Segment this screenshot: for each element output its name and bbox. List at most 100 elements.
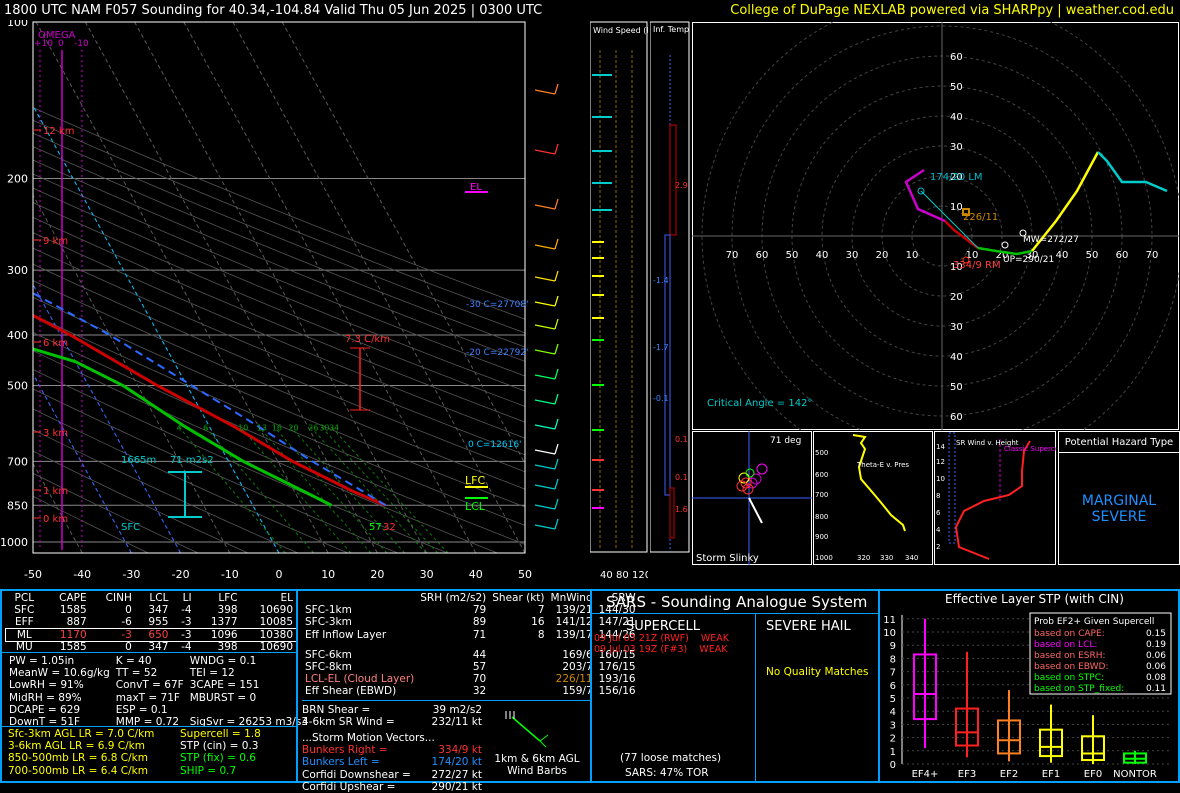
- omega-tick-zero: 0: [58, 39, 64, 49]
- stp-y-label: 3: [890, 720, 896, 731]
- prob-label: based on CAPE:: [1034, 629, 1105, 639]
- stp-category-label: EF1: [1042, 769, 1060, 780]
- slinky-angle: 71 deg: [770, 436, 801, 446]
- theta-x-340: 340: [905, 554, 918, 562]
- mixing-ratio-line: [259, 427, 371, 553]
- index-value: [187, 704, 311, 716]
- table-cell: ML: [6, 629, 43, 641]
- table-cell: 193/16: [596, 673, 639, 685]
- divider: [2, 726, 296, 727]
- index-value: DCAPE = 629: [6, 704, 113, 716]
- parcel-row-sfc[interactable]: SFC15850347-439810690: [6, 604, 296, 616]
- parcel-header: LCL: [135, 592, 172, 604]
- hodo-ring-label: 70: [726, 250, 739, 261]
- table-cell: -4: [171, 604, 194, 616]
- table-cell: 139/17: [548, 629, 596, 641]
- wind-barb: [535, 205, 555, 209]
- dry-adiabat: [0, 22, 600, 553]
- mixing-ratio-label: 26: [308, 424, 318, 433]
- pressure-tick-label: 500: [7, 379, 28, 392]
- pressure-tick-label: 200: [7, 173, 28, 186]
- hodo-ring-label: 20: [876, 250, 889, 261]
- height-label: 3 km: [43, 428, 68, 439]
- table-cell: 10690: [241, 604, 296, 616]
- prob-value: 0.15: [1146, 629, 1166, 639]
- composite-value: STP (fix) = 0.6: [180, 752, 261, 764]
- omega-tick-pos: +10: [34, 39, 53, 49]
- stp-y-label: 4: [890, 707, 896, 718]
- motion-value: 272/27 kt: [432, 769, 482, 781]
- wind-barb: [535, 150, 555, 154]
- prob-value: 0.11: [1146, 684, 1166, 694]
- dry-adiabat: [0, 22, 497, 553]
- hodo-ring-label: 60: [950, 412, 963, 423]
- index-value: MBURST = 0: [187, 692, 311, 704]
- hodo-ring-label: 20: [950, 292, 963, 303]
- skewt-chart: 1002003004005007008501000461013162026303…: [0, 20, 600, 592]
- table-cell: 159/7: [548, 685, 596, 697]
- dry-adiabat: [0, 22, 148, 553]
- wind-barb: [535, 450, 555, 454]
- prob-label: based on LCL:: [1034, 640, 1097, 650]
- prob-value: 0.08: [1146, 673, 1166, 683]
- wind-barb: [535, 425, 555, 429]
- table-cell: -3: [171, 629, 194, 641]
- theta-y-600: 600: [815, 471, 828, 479]
- parcel-row-ml[interactable]: ML1170-3650-3109610380: [6, 629, 296, 641]
- table-cell: 89: [417, 616, 489, 628]
- height-label: 0 km: [43, 514, 68, 525]
- temp-adv-title: Inf. Temp. Adv. (C/hr): [653, 25, 690, 34]
- hodo-ring-label: 30: [950, 322, 963, 333]
- isotherm-line: [184, 22, 476, 553]
- parcel-row-eff[interactable]: EFF887-6955-3137710085: [6, 616, 296, 628]
- kin-label: Eff Inflow Layer: [302, 629, 417, 641]
- temperature-tick-label: 10: [321, 568, 335, 581]
- index-value: TT = 52: [113, 667, 187, 679]
- wind-speed-title: Wind Speed (knots): [593, 26, 648, 35]
- dry-adiabat: [0, 22, 600, 553]
- dry-adiabat: [0, 22, 398, 553]
- wind-barb-flag: [555, 394, 558, 404]
- stp-y-label: 0: [890, 760, 896, 771]
- ws-tick-80: 80: [616, 570, 629, 581]
- hodo-ring-label: 60: [756, 250, 769, 261]
- isotherm-line: [0, 22, 33, 553]
- pressure-tick-label: 850: [7, 499, 28, 512]
- lfc-label: LFC: [465, 474, 485, 487]
- table-cell: 226/11: [548, 673, 596, 685]
- table-cell: 141/12: [548, 616, 596, 628]
- sars-match[interactable]: 09 Jul 03 21Z (RWF): [594, 633, 689, 644]
- stp-category-label: EF3: [958, 769, 976, 780]
- barb-inset: [490, 705, 590, 755]
- hodo-ring: [702, 22, 1179, 430]
- pressure-tick-label: 300: [7, 264, 28, 277]
- highlight-isotherm: [0, 22, 131, 553]
- hazard-panel: Potential Hazard Type MARGINAL SEVERE: [1058, 431, 1180, 565]
- prob-label: based on STP_fixed:: [1034, 684, 1124, 694]
- index-value: MeanW = 10.6g/kg: [6, 667, 113, 679]
- pressure-tick-label: 1000: [0, 536, 28, 549]
- dry-adiabat: [0, 22, 600, 553]
- prob-value: 0.06: [1146, 651, 1166, 661]
- prob-label: based on ESRH:: [1034, 651, 1106, 661]
- lm-label: 174/20 LM: [930, 172, 983, 183]
- isotherm-line: [0, 22, 181, 553]
- dry-adiabat: [0, 22, 600, 553]
- wind-barb-flag: [555, 271, 558, 281]
- table-cell: 16: [489, 616, 547, 628]
- table-cell: [489, 649, 547, 661]
- wind-barb-flag: [555, 344, 558, 354]
- hodo-ring-label: 40: [950, 112, 963, 123]
- divider: [2, 652, 296, 653]
- hazard-title: Potential Hazard Type: [1059, 432, 1179, 453]
- wind-barb-flag: [555, 199, 558, 209]
- dry-adiabat: [0, 22, 298, 553]
- divider: [590, 591, 592, 781]
- temperature-tick-label: -40: [73, 568, 91, 581]
- sars-match[interactable]: 09 Jul 03 19Z (F#3): [594, 644, 687, 655]
- parcel-header: EL: [241, 592, 296, 604]
- temperature-tick-label: 30: [420, 568, 434, 581]
- composites: Supercell = 1.8 STP (cin) = 0.3 STP (fix…: [180, 728, 261, 777]
- pressure-tick-label: 400: [7, 329, 28, 342]
- ws-tick-40: 40: [600, 570, 613, 581]
